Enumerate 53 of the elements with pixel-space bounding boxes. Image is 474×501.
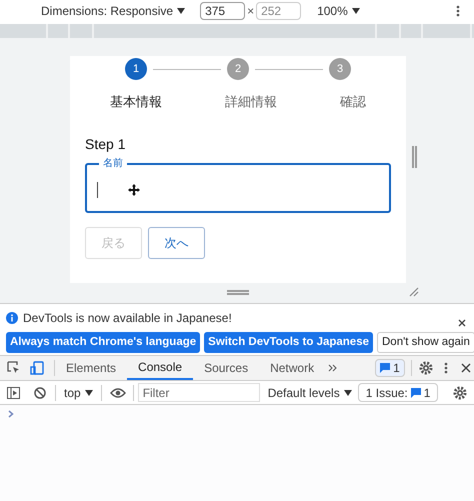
name-field[interactable]: 名前 <box>85 156 391 212</box>
more-icon[interactable] <box>444 362 448 374</box>
caret-icon <box>84 390 93 396</box>
sidebar-toggle-icon[interactable] <box>7 386 20 398</box>
caret-icon <box>177 8 186 14</box>
step-label: 詳細情報 <box>225 93 277 111</box>
settings-icon[interactable] <box>453 386 467 400</box>
message-icon <box>410 388 421 398</box>
infobar-button[interactable]: Switch DevTools to Japanese <box>204 332 373 353</box>
close-icon[interactable] <box>458 319 466 327</box>
text-cursor <box>97 182 98 198</box>
context-dropdown[interactable]: top <box>64 384 93 402</box>
times-sign: × <box>247 3 254 20</box>
step-number: 1 <box>125 58 147 80</box>
next-button[interactable]: 次へ <box>148 226 205 258</box>
step-number: 3 <box>329 58 351 80</box>
settings-icon[interactable] <box>418 361 433 375</box>
panel-tab[interactable]: Sources <box>193 356 260 380</box>
close-icon[interactable] <box>460 363 471 373</box>
issues-button[interactable]: 1 Issue: 1 <box>358 383 438 402</box>
device-toggle-icon[interactable] <box>30 361 44 375</box>
panel-tab[interactable]: Console <box>127 356 194 380</box>
infobar-button[interactable]: Always match Chrome's language <box>6 332 200 353</box>
caret-icon <box>344 390 352 396</box>
messages-badge[interactable]: 1 <box>375 359 405 377</box>
caret-icon <box>352 8 360 14</box>
step-heading: Step 1 <box>85 134 126 154</box>
info-icon <box>6 312 18 324</box>
resize-corner-icon[interactable] <box>409 287 419 297</box>
infobar-button[interactable]: Don't show again <box>377 332 474 353</box>
more-tabs-icon[interactable] <box>328 364 338 372</box>
move-cursor-icon <box>128 184 140 196</box>
field-label: 名前 <box>102 156 124 170</box>
panel-tab[interactable]: Network <box>259 356 326 380</box>
dimensions-dropdown[interactable]: Dimensions: Responsive <box>41 2 186 20</box>
panel-tab[interactable]: Elements <box>55 356 128 380</box>
filter-field[interactable]: Filter <box>138 383 260 402</box>
step-label: 確認 <box>340 93 366 111</box>
step-number: 2 <box>227 58 249 80</box>
height-field[interactable]: 252 <box>256 2 302 20</box>
step-label: 基本情報 <box>110 93 162 111</box>
zoom-dropdown[interactable]: 100% <box>317 2 360 20</box>
resize-handle[interactable] <box>227 290 249 295</box>
width-field[interactable]: 375 <box>200 2 246 20</box>
levels-dropdown[interactable]: Default levels <box>268 384 352 402</box>
message-icon <box>380 363 390 373</box>
eye-icon[interactable] <box>110 388 126 398</box>
inspect-icon[interactable] <box>7 361 21 375</box>
more-icon[interactable] <box>456 5 460 17</box>
clear-icon[interactable] <box>34 386 46 398</box>
resize-handle[interactable] <box>412 146 417 168</box>
infobar-message: DevTools is now available in Japanese! <box>23 310 232 327</box>
prompt-icon[interactable] <box>8 410 14 418</box>
